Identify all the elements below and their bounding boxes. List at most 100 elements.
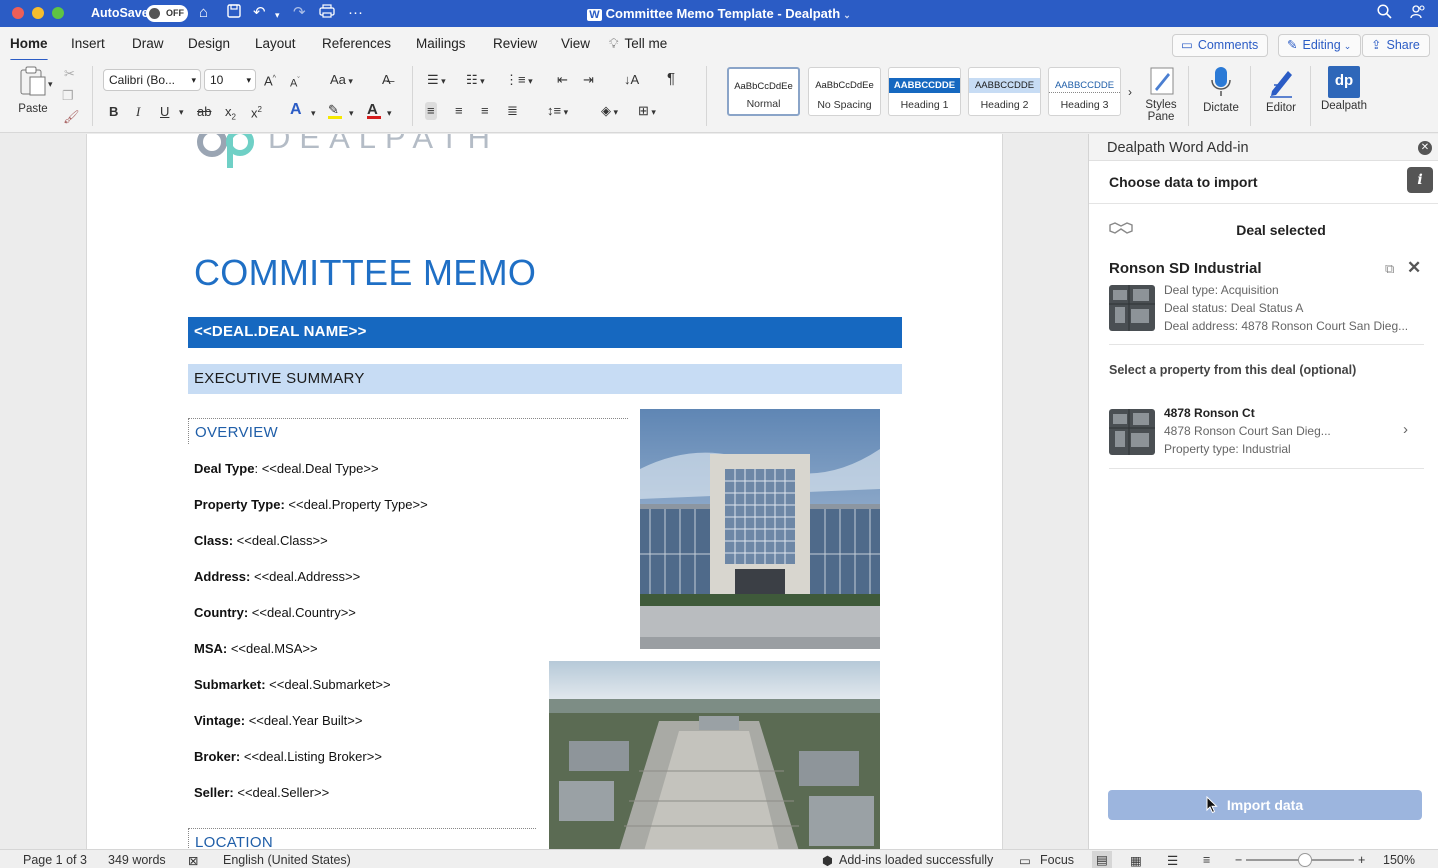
grow-font-icon[interactable]: A^ [264, 71, 276, 89]
info-icon[interactable]: i [1407, 167, 1433, 193]
focus-icon[interactable]: ▭ [1019, 853, 1031, 868]
open-external-icon[interactable]: ⧉ [1385, 261, 1394, 277]
share-button[interactable]: ⇪ Share [1362, 34, 1430, 57]
style-normal[interactable]: AaBbCcDdEe Normal [727, 67, 800, 116]
paste-dropdown-icon[interactable]: ▾ [48, 76, 53, 92]
tab-layout[interactable]: Layout [255, 36, 296, 51]
outline-icon[interactable]: ☰ [1167, 853, 1178, 868]
zoom-in-icon[interactable]: + [1358, 853, 1365, 867]
paste-button[interactable]: Paste [14, 65, 52, 115]
tab-insert[interactable]: Insert [71, 36, 105, 51]
font-name-select[interactable]: Calibri (Bo... ▾ [103, 69, 201, 91]
field-msa[interactable]: MSA: <<deal.MSA>> [194, 641, 318, 656]
underline-button[interactable]: U [160, 104, 169, 120]
share-people-icon[interactable] [1410, 4, 1426, 24]
aerial-photo[interactable] [549, 661, 880, 849]
justify-button[interactable]: ≣ [507, 103, 518, 119]
change-case-icon[interactable]: Aa ▾ [330, 72, 353, 89]
field-seller[interactable]: Seller: <<deal.Seller>> [194, 785, 329, 800]
align-center-button[interactable]: ≡ [455, 103, 463, 119]
building-photo[interactable] [640, 409, 880, 649]
pane-close-icon[interactable]: ✕ [1418, 141, 1432, 155]
document-page[interactable]: DEALPATH COMMITTEE MEMO <<DEAL.DEAL NAME… [86, 134, 1003, 849]
bold-button[interactable]: B [109, 104, 118, 120]
zoom-out-icon[interactable]: − [1235, 853, 1242, 867]
style-no-spacing[interactable]: AaBbCcDdEe No Spacing [808, 67, 881, 116]
print-layout-icon[interactable]: ▤ [1092, 851, 1112, 868]
zoom-level[interactable]: 150% [1383, 853, 1415, 867]
tell-me-search[interactable]: 💡︎ Tell me [609, 36, 667, 52]
highlight-icon[interactable]: ✎ [328, 102, 342, 119]
dealpath-addin-button[interactable]: dp Dealpath [1318, 65, 1370, 112]
sort-icon[interactable]: ↓A [624, 72, 639, 88]
tab-review[interactable]: Review [493, 36, 537, 51]
field-vintage[interactable]: Vintage: <<deal.Year Built>> [194, 713, 362, 728]
field-deal-type[interactable]: Deal Type: <<deal.Deal Type>> [194, 461, 379, 476]
font-color-dropdown-icon[interactable]: ▾ [387, 105, 392, 121]
styles-gallery-next-icon[interactable]: › [1128, 84, 1132, 100]
font-color-icon[interactable]: A [367, 102, 381, 119]
superscript-button[interactable]: x2 [251, 102, 262, 121]
tab-references[interactable]: References [322, 36, 391, 51]
increase-indent-icon[interactable]: ⇥ [583, 72, 594, 88]
import-data-button[interactable]: Import data [1108, 790, 1422, 820]
tab-home[interactable]: Home [10, 36, 48, 62]
property-list-item[interactable]: 4878 Ronson Ct 4878 Ronson Court San Die… [1089, 399, 1438, 461]
italic-button[interactable]: I [136, 104, 140, 120]
draft-icon[interactable]: ≡ [1203, 853, 1210, 867]
field-submarket[interactable]: Submarket: <<deal.Submarket>> [194, 677, 391, 692]
editing-button[interactable]: ✎ Editing ⌄ [1278, 34, 1362, 57]
comments-button[interactable]: ▭ Comments [1172, 34, 1269, 57]
style-heading-2[interactable]: AABBCCDDE Heading 2 [968, 67, 1041, 116]
search-icon[interactable] [1377, 4, 1392, 24]
style-heading-1[interactable]: AABBCCDDE Heading 1 [888, 67, 961, 116]
tab-design[interactable]: Design [188, 36, 230, 51]
cut-icon[interactable]: ✂ [64, 66, 75, 82]
tab-mailings[interactable]: Mailings [416, 36, 466, 51]
show-formatting-icon[interactable]: ¶ [667, 71, 675, 87]
field-broker[interactable]: Broker: <<deal.Listing Broker>> [194, 749, 382, 764]
styles-pane-button[interactable]: Styles Pane [1141, 65, 1181, 123]
tab-draw[interactable]: Draw [132, 36, 164, 51]
shrink-font-icon[interactable]: Aˇ [290, 73, 300, 92]
shading-icon[interactable]: ◈ ▾ [601, 103, 618, 120]
highlight-dropdown-icon[interactable]: ▾ [349, 105, 354, 121]
executive-summary-heading[interactable]: EXECUTIVE SUMMARY [188, 364, 902, 394]
overview-heading[interactable]: OVERVIEW [188, 418, 628, 444]
editor-button[interactable]: Editor [1260, 65, 1302, 114]
field-country[interactable]: Country: <<deal.Country>> [194, 605, 356, 620]
font-size-select[interactable]: 10 ▾ [204, 69, 256, 91]
title-chevron-icon[interactable]: ⌄ [843, 10, 851, 20]
focus-mode[interactable]: Focus [1040, 853, 1074, 867]
page-count[interactable]: Page 1 of 3 [23, 853, 87, 867]
format-painter-icon[interactable]: 🖌︎ [63, 109, 80, 125]
clear-formatting-icon[interactable]: A̶ [382, 72, 391, 88]
borders-icon[interactable]: ⊞ ▾ [638, 103, 656, 120]
bullets-icon[interactable]: ☰ ▾ [427, 72, 446, 89]
document-canvas[interactable]: DEALPATH COMMITTEE MEMO <<DEAL.DEAL NAME… [0, 134, 1088, 849]
align-left-button[interactable]: ≡ [425, 102, 437, 120]
text-effects-icon[interactable]: A [290, 102, 302, 118]
field-address[interactable]: Address: <<deal.Address>> [194, 569, 360, 584]
field-property-type[interactable]: Property Type: <<deal.Property Type>> [194, 497, 428, 512]
deal-name-heading[interactable]: <<DEAL.DEAL NAME>> [188, 317, 902, 348]
memo-title[interactable]: COMMITTEE MEMO [194, 252, 536, 294]
style-heading-3[interactable]: AABBCCDDE Heading 3 [1048, 67, 1121, 116]
strikethrough-button[interactable]: ab [197, 104, 211, 120]
copy-icon[interactable]: ❐ [62, 88, 74, 104]
proofing-icon[interactable]: ⊠ [188, 853, 198, 868]
zoom-slider-thumb[interactable] [1298, 853, 1312, 867]
underline-dropdown-icon[interactable]: ▾ [179, 104, 184, 120]
line-spacing-icon[interactable]: ↕≡ ▾ [547, 103, 568, 120]
numbering-icon[interactable]: ☷ ▾ [466, 72, 485, 89]
decrease-indent-icon[interactable]: ⇤ [557, 72, 568, 88]
remove-deal-icon[interactable]: ✕ [1407, 258, 1421, 278]
text-effects-dropdown-icon[interactable]: ▾ [311, 105, 316, 121]
align-right-button[interactable]: ≡ [481, 103, 489, 119]
tab-view[interactable]: View [561, 36, 590, 51]
location-heading[interactable]: LOCATION [188, 828, 536, 849]
word-count[interactable]: 349 words [108, 853, 166, 867]
web-layout-icon[interactable]: ▦ [1130, 853, 1142, 868]
dictate-button[interactable]: Dictate [1199, 65, 1243, 114]
subscript-button[interactable]: x2 [225, 104, 236, 126]
